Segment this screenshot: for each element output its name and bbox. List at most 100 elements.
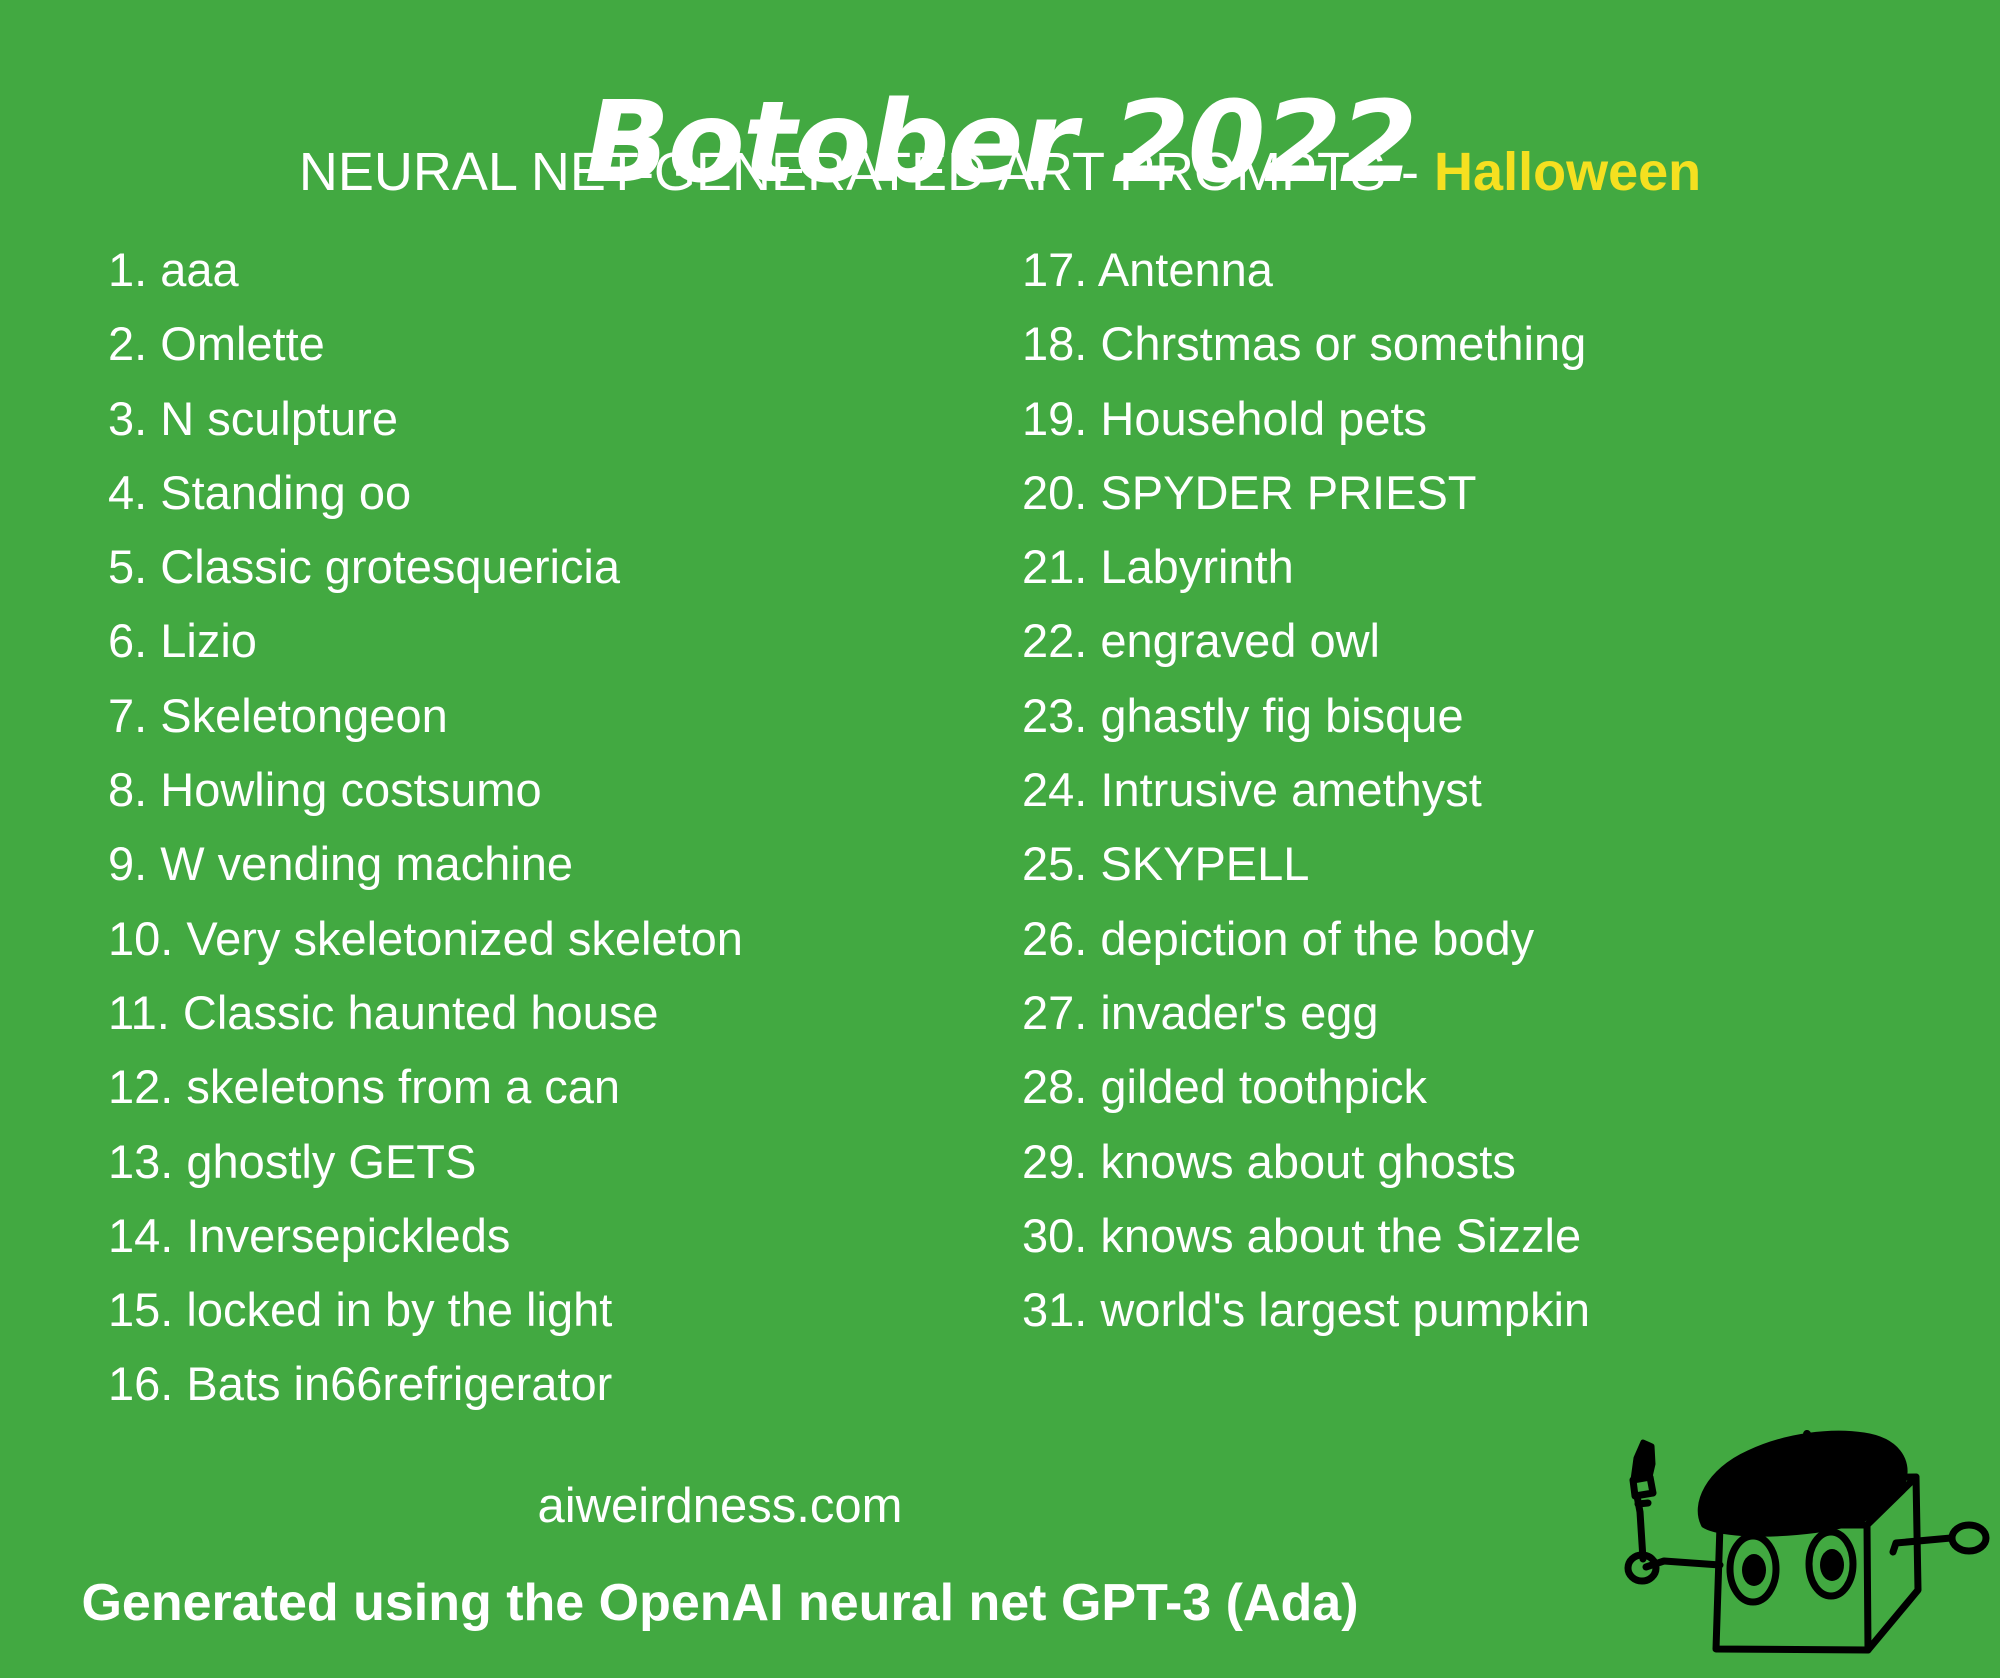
list-item-number: 18.: [1022, 317, 1088, 371]
list-item: 23. ghastly fig bisque: [1022, 679, 1942, 753]
list-item-number: 13.: [108, 1134, 174, 1188]
prompt-column-left: 1. aaa 2. Omlette 3. N sculpture 4. Stan…: [108, 233, 1008, 1422]
list-item-text: ghastly fig bisque: [1100, 688, 1464, 742]
list-item-number: 15.: [108, 1283, 174, 1337]
list-item-text: Chrstmas or something: [1100, 317, 1587, 371]
list-item-text: ghostly GETS: [186, 1134, 477, 1188]
list-item-text: Very skeletonized skeleton: [186, 911, 743, 965]
list-item-number: 17.: [1022, 243, 1088, 296]
list-item-number: 10.: [108, 911, 174, 965]
prompt-column-right: 17. Antenna 18. Chrstmas or something 19…: [1022, 233, 1942, 1347]
list-item-number: 12.: [108, 1060, 174, 1114]
list-item-text: Bats in66refrigerator: [186, 1357, 613, 1411]
list-item-number: 16.: [108, 1357, 174, 1411]
list-item-number: 3.: [108, 391, 148, 445]
list-item: 10. Very skeletonized skeleton: [108, 902, 1008, 976]
site-url: aiweirdness.com: [537, 1479, 903, 1533]
list-item: 3. N sculpture: [108, 382, 1008, 456]
list-item-text: Antenna: [1097, 243, 1273, 296]
list-item-text: Omlette: [160, 317, 325, 371]
list-item-text: W vending machine: [160, 837, 574, 891]
list-item-text: Intrusive amethyst: [1100, 763, 1482, 817]
list-item-text: Inversepickleds: [186, 1208, 511, 1262]
list-item-text: aaa: [160, 243, 239, 296]
list-item-text: depiction of the body: [1100, 911, 1535, 965]
prompt-list-left: 1. aaa 2. Omlette 3. N sculpture 4. Stan…: [108, 233, 1008, 1422]
list-item: 16. Bats in66refrigerator: [108, 1347, 1008, 1421]
list-item-number: 14.: [108, 1208, 174, 1262]
list-item: 28. gilded toothpick: [1022, 1050, 1942, 1124]
list-item: 11. Classic haunted house: [108, 976, 1008, 1050]
list-item: 21. Labyrinth: [1022, 530, 1942, 604]
list-item-text: Classic haunted house: [182, 985, 659, 1039]
list-item: 6. Lizio: [108, 604, 1008, 678]
list-item-text: invader's egg: [1100, 985, 1379, 1039]
list-item-text: Standing oo: [160, 465, 412, 519]
list-item: 14. Inversepickleds: [108, 1199, 1008, 1273]
prompt-list-right: 17. Antenna 18. Chrstmas or something 19…: [1022, 233, 1942, 1347]
list-item-number: 23.: [1022, 688, 1088, 742]
list-item: 24. Intrusive amethyst: [1022, 753, 1942, 827]
list-item-number: 8.: [108, 763, 148, 817]
subtitle-theme: Halloween: [1434, 142, 1702, 202]
list-item: 31. world's largest pumpkin: [1022, 1273, 1942, 1347]
list-item-number: 19.: [1022, 391, 1088, 445]
list-item-text: gilded toothpick: [1100, 1060, 1428, 1114]
list-item-text: Lizio: [160, 614, 257, 668]
prompt-columns: 1. aaa 2. Omlette 3. N sculpture 4. Stan…: [0, 233, 2000, 1473]
list-item: 4. Standing oo: [108, 456, 1008, 530]
list-item-number: 2.: [108, 317, 148, 371]
list-item-text: locked in by the light: [186, 1283, 613, 1337]
list-item: 29. knows about ghosts: [1022, 1125, 1942, 1199]
list-item: 7. Skeletongeon: [108, 679, 1008, 753]
list-item: 5. Classic grotesquericia: [108, 530, 1008, 604]
list-item: 8. Howling costsumo: [108, 753, 1008, 827]
list-item-text: knows about ghosts: [1100, 1134, 1516, 1188]
poster-canvas: Botober 2022 NEURAL NET-GENERATED ART PR…: [0, 0, 2000, 1673]
list-item-number: 25.: [1022, 837, 1088, 891]
list-item: 27. invader's egg: [1022, 976, 1942, 1050]
list-item-text: knows about the Sizzle: [1100, 1208, 1582, 1262]
list-item-text: Classic grotesquericia: [160, 540, 621, 594]
list-item-text: N sculpture: [160, 391, 398, 445]
list-item-text: Skeletongeon: [160, 688, 448, 742]
list-item-number: 9.: [108, 837, 148, 891]
list-item-number: 20.: [1022, 465, 1088, 519]
list-item-text: SPYDER PRIEST: [1100, 465, 1477, 519]
list-item-number: 1.: [108, 243, 148, 296]
list-item-number: 29.: [1022, 1134, 1088, 1188]
list-item-text: Howling costsumo: [160, 763, 542, 817]
list-item-text: engraved owl: [1100, 614, 1380, 668]
list-item: 19. Household pets: [1022, 382, 1942, 456]
list-item: 2. Omlette: [108, 307, 1008, 381]
list-item: 12. skeletons from a can: [108, 1050, 1008, 1124]
list-item-text: SKYPELL: [1100, 837, 1310, 891]
cube-robot-with-beret-and-paintbrush-icon: [1624, 1430, 1990, 1654]
list-item-text: skeletons from a can: [186, 1060, 621, 1114]
generated-by-caption: Generated using the OpenAI neural net GP…: [81, 1574, 1359, 1632]
list-item-number: 21.: [1022, 540, 1088, 594]
subtitle-prefix: NEURAL NET-GENERATED ART PROMPTS -: [298, 142, 1435, 202]
list-item: 26. depiction of the body: [1022, 902, 1942, 976]
list-item: 1. aaa: [108, 233, 1008, 307]
list-item-number: 4.: [108, 465, 148, 519]
list-item-number: 26.: [1022, 911, 1088, 965]
list-item-number: 5.: [108, 540, 148, 594]
list-item: 20. SPYDER PRIEST: [1022, 456, 1942, 530]
list-item: 17. Antenna: [1022, 233, 1942, 307]
list-item: 25. SKYPELL: [1022, 827, 1942, 901]
list-item-number: 22.: [1022, 614, 1088, 668]
list-item: 18. Chrstmas or something: [1022, 307, 1942, 381]
list-item-number: 11.: [108, 985, 170, 1039]
list-item-number: 27.: [1022, 985, 1088, 1039]
list-item-text: Labyrinth: [1100, 540, 1294, 594]
list-item-number: 31.: [1022, 1283, 1088, 1337]
list-item-number: 6.: [108, 614, 148, 668]
mascot-robot-illustration: [1596, 1404, 2000, 1673]
list-item-number: 28.: [1022, 1060, 1088, 1114]
list-item-text: world's largest pumpkin: [1100, 1283, 1591, 1337]
list-item-number: 30.: [1022, 1208, 1088, 1262]
list-item: 22. engraved owl: [1022, 604, 1942, 678]
page-subtitle: NEURAL NET-GENERATED ART PROMPTS - Hallo…: [0, 142, 2000, 202]
list-item-text: Household pets: [1100, 391, 1428, 445]
